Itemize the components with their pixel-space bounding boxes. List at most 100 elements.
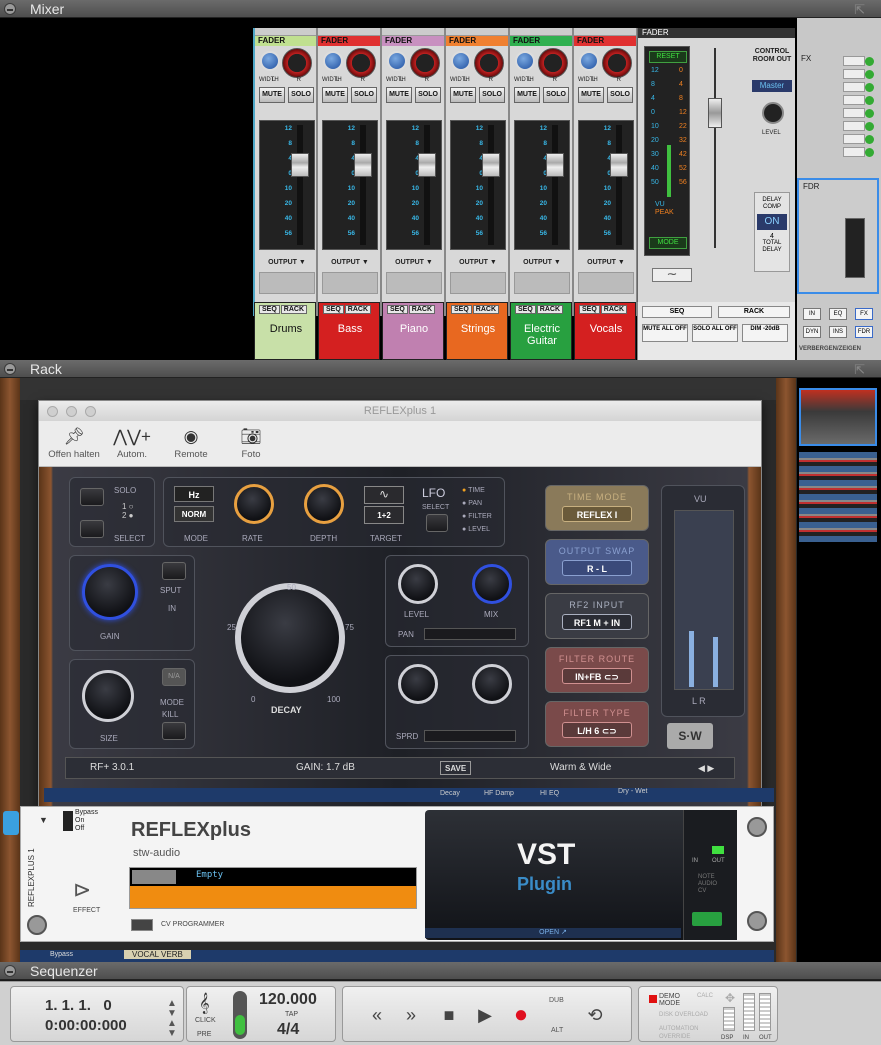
solo-button[interactable]: SOLO <box>479 87 505 103</box>
fx-send[interactable] <box>843 95 874 105</box>
fx-send[interactable] <box>843 147 874 157</box>
channel-fader-track[interactable] <box>488 125 494 245</box>
collapse-icon[interactable] <box>4 965 16 977</box>
width-knob[interactable] <box>579 51 599 71</box>
solo-button[interactable] <box>80 488 104 506</box>
rack-button[interactable]: RACK <box>472 305 500 314</box>
play-icon[interactable]: ▶ <box>471 1001 499 1029</box>
channel-fader-handle[interactable] <box>546 153 564 177</box>
solo-button[interactable]: SOLO <box>351 87 377 103</box>
eq-button[interactable]: EQ <box>829 308 847 320</box>
na-button[interactable]: N/A <box>162 668 186 686</box>
output-select[interactable]: OUTPUT ▼ <box>510 259 574 266</box>
rate-knob[interactable] <box>234 484 274 524</box>
fx-send[interactable] <box>843 69 874 79</box>
master-insert-icon[interactable]: ⁓ <box>652 268 692 282</box>
channel-fader-track[interactable] <box>424 125 430 245</box>
width-knob[interactable] <box>515 51 535 71</box>
plugin-window[interactable]: REFLEXplus 1 📌︎ Offen halten ⋀⋁+ Autom. ◉ R… <box>38 400 762 821</box>
channel-fader-track[interactable] <box>552 125 558 245</box>
solo-button[interactable]: SOLO <box>415 87 441 103</box>
channel-name-5[interactable]: SEQ RACK Electric Guitar <box>510 302 572 360</box>
window-titlebar[interactable]: REFLEXplus 1 <box>39 401 761 421</box>
rack-button[interactable]: RACK <box>344 305 372 314</box>
norm-button[interactable]: NORM <box>174 506 214 522</box>
tempo-value[interactable]: 120.000 <box>259 991 317 1009</box>
solo-button[interactable]: SOLO <box>607 87 633 103</box>
select-button[interactable] <box>80 520 104 538</box>
cv-programmer-button[interactable] <box>131 919 153 931</box>
channel-name-4[interactable]: SEQ RACK Strings <box>446 302 508 360</box>
preset-prev-next[interactable]: ◀ ▶ <box>698 758 714 778</box>
pan-knob[interactable] <box>602 48 632 78</box>
fx-send[interactable] <box>843 56 874 66</box>
channel-name-2[interactable]: SEQ RACK Bass <box>318 302 380 360</box>
loop-icon[interactable]: ⟲ <box>581 1001 609 1029</box>
rack-button[interactable]: RACK <box>280 305 308 314</box>
mixer-panel-bar[interactable]: Mixer ⇱ <box>0 0 881 18</box>
channel-fader-track[interactable] <box>360 125 366 245</box>
close-window-button[interactable] <box>47 406 58 417</box>
minimize-window-button[interactable] <box>66 406 77 417</box>
routing-button-5[interactable]: FILTER TYPE L/H 6 ⊂⊃ <box>545 701 649 747</box>
seq-button[interactable]: SEQ <box>515 305 536 314</box>
delay-comp-on-button[interactable]: ON <box>757 214 787 230</box>
channel-name-1[interactable]: SEQ RACK Drums <box>254 302 316 360</box>
spread-slider[interactable] <box>424 730 516 742</box>
seq-button[interactable]: SEQ <box>323 305 344 314</box>
seq-button[interactable]: SEQ <box>387 305 408 314</box>
channel-fader-track[interactable] <box>616 125 622 245</box>
mute-button[interactable]: MUTE <box>386 87 412 103</box>
kill-button[interactable] <box>162 722 186 740</box>
width-knob[interactable] <box>451 51 471 71</box>
mute-all-button[interactable]: MUTE ALL OFF <box>642 324 688 342</box>
pan-knob[interactable] <box>282 48 312 78</box>
channel-fader-handle[interactable] <box>291 153 309 177</box>
time-signature[interactable]: 4/4 <box>277 1021 299 1039</box>
routing-button-4[interactable]: FILTER ROUTE IN+FB ⊂⊃ <box>545 647 649 693</box>
filter-low-knob[interactable] <box>398 664 438 704</box>
seq-button[interactable]: SEQ <box>451 305 472 314</box>
mute-button[interactable]: MUTE <box>322 87 348 103</box>
detach-icon[interactable]: ⇱ <box>854 361 865 379</box>
filter-high-knob[interactable] <box>472 664 512 704</box>
ins-button[interactable]: INS <box>829 326 847 338</box>
solo-button[interactable]: SOLO <box>543 87 569 103</box>
dyn-button[interactable]: DYN <box>803 326 821 338</box>
mute-button[interactable]: MUTE <box>450 87 476 103</box>
fx-send[interactable] <box>843 82 874 92</box>
fx-send[interactable] <box>843 134 874 144</box>
rack-button[interactable]: RACK <box>408 305 436 314</box>
master-rack-button[interactable]: RACK <box>718 306 790 318</box>
metronome-icon[interactable]: 𝄞 <box>199 993 210 1014</box>
sequencer-panel-bar[interactable]: Sequenzer <box>0 962 881 980</box>
pan-knob[interactable] <box>410 48 440 78</box>
decay-knob[interactable] <box>235 583 345 693</box>
pan-knob[interactable] <box>538 48 568 78</box>
channel-fader-handle[interactable] <box>482 153 500 177</box>
hide-show-toggle[interactable]: VERBERGEN/ZEIGEN <box>799 346 861 352</box>
collapse-icon[interactable] <box>4 3 16 15</box>
reset-button[interactable]: RESET <box>649 51 687 63</box>
seq-button[interactable]: SEQ <box>579 305 600 314</box>
rack-button[interactable]: RACK <box>536 305 564 314</box>
fx-send[interactable] <box>843 121 874 131</box>
waveform-icon[interactable]: ∿ <box>364 486 404 504</box>
seq-button[interactable]: SEQ <box>259 305 280 314</box>
sync-icon[interactable]: ✥ <box>725 991 735 1005</box>
fx-button[interactable]: FX <box>855 308 873 320</box>
meter-mode-button[interactable]: MODE <box>649 237 687 249</box>
dim-button[interactable]: DIM -20dB <box>742 324 788 342</box>
save-button[interactable]: SAVE <box>440 761 472 775</box>
echo-device[interactable]: Bypass VOCAL VERB <box>20 950 774 962</box>
zoom-window-button[interactable] <box>85 406 96 417</box>
depth-knob[interactable] <box>304 484 344 524</box>
lfo-option-filter[interactable]: ● FILTER <box>462 510 492 523</box>
solo-button[interactable]: SOLO <box>288 87 314 103</box>
channel-name-6[interactable]: SEQ RACK Vocals <box>574 302 636 360</box>
routing-button-3[interactable]: RF2 INPUT RF1 M + IN <box>545 593 649 639</box>
tap-button[interactable]: TAP <box>285 1011 298 1018</box>
output-select[interactable]: OUTPUT ▼ <box>446 259 510 266</box>
output-select[interactable]: OUTPUT ▼ <box>574 259 638 266</box>
target-button[interactable]: 1+2 <box>364 506 404 524</box>
